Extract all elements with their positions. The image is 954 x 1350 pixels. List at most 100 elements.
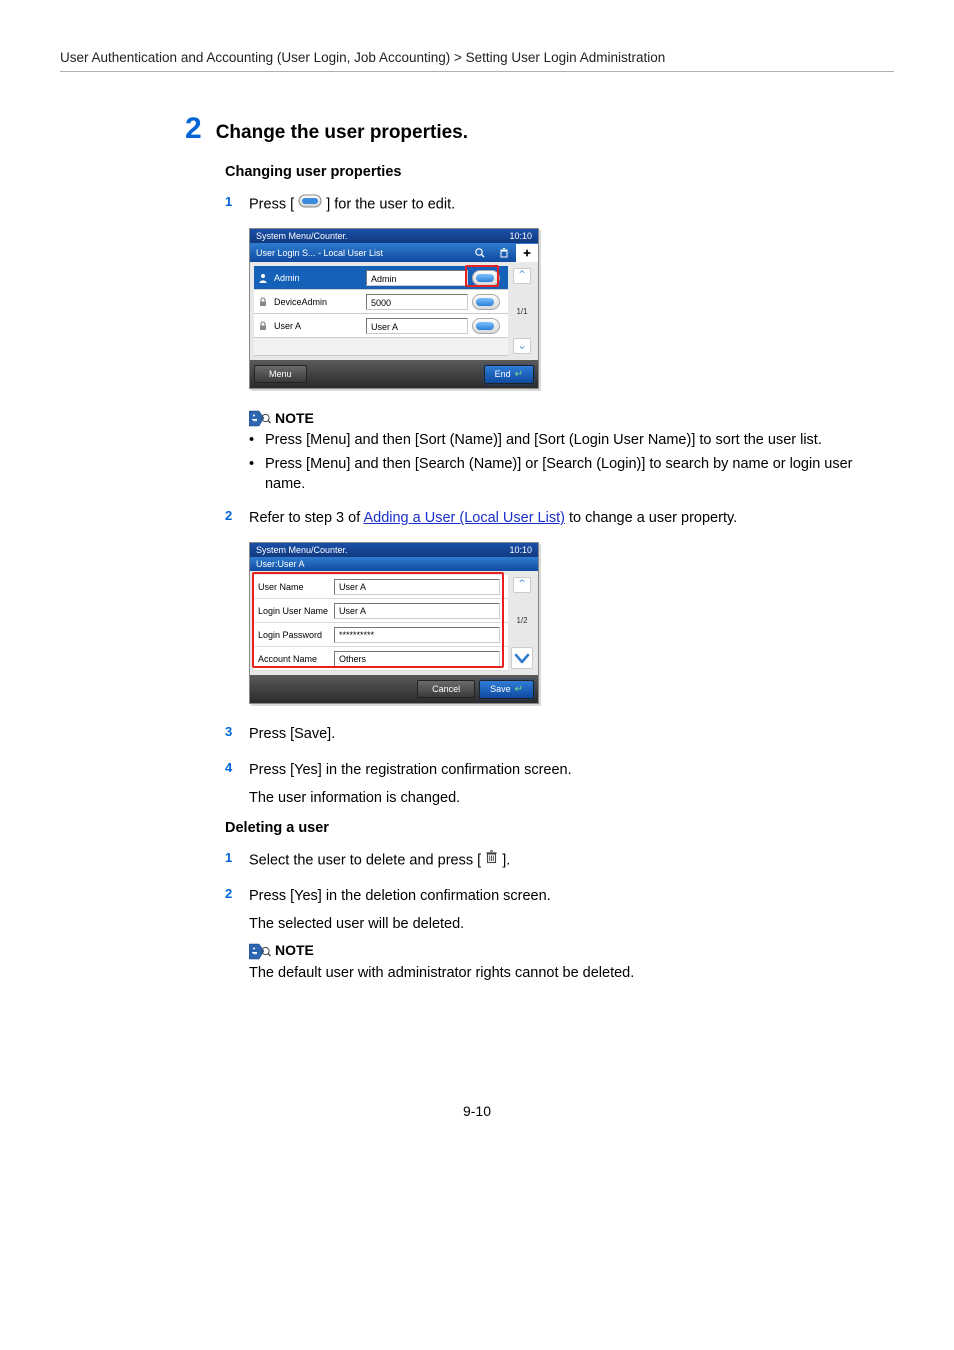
scroll-down-button[interactable]: ⌄ [513, 338, 531, 354]
delete-substep-1: 1 Select the user to delete and press [ … [225, 850, 894, 872]
delete-substep-2: 2 Press [Yes] in the deletion confirmati… [225, 886, 894, 908]
add-icon[interactable] [516, 244, 538, 262]
login-password-label: Login Password [254, 630, 334, 640]
deleting-user-heading: Deleting a user [225, 820, 894, 836]
note-2-text: The default user with administrator righ… [249, 963, 894, 983]
save-button-label: Save [490, 684, 511, 694]
form-row-account-name[interactable]: Account Name Others [254, 647, 508, 671]
edit-row-button[interactable] [472, 270, 500, 286]
scroll-up-button[interactable]: ⌃ [513, 268, 531, 284]
panel-time: 10:10 [509, 231, 532, 241]
lock-icon [254, 297, 272, 307]
user-name-cell: Admin [272, 273, 366, 283]
substep-3: 3 Press [Save]. [225, 724, 894, 746]
enter-icon: ↵ [515, 684, 523, 695]
edit-pill-icon [298, 194, 322, 216]
delete-substep-1-text: Select the user to delete and press [ ]. [249, 850, 894, 872]
form-row-login-user-name[interactable]: Login User Name User A [254, 599, 508, 623]
scroll-column: ⌃ 1/2 [510, 575, 534, 671]
note-block-2: NOTE The default user with administrator… [249, 942, 894, 983]
substep-2-text-before: Refer to step 3 of [249, 510, 363, 526]
table-row[interactable]: DeviceAdmin 5000 [254, 290, 508, 314]
breadcrumb: User Authentication and Accounting (User… [60, 50, 894, 72]
account-name-value: Others [334, 651, 500, 667]
login-name-cell: Admin [366, 270, 468, 286]
panel-sysmenu-label: System Menu/Counter. [256, 231, 348, 241]
scroll-up-button[interactable]: ⌃ [513, 577, 531, 593]
delete-substep-1-text-after: ]. [502, 852, 510, 868]
page-indicator: 1/2 [516, 616, 527, 625]
account-name-label: Account Name [254, 654, 334, 664]
note-bullet-1: Press [Menu] and then [Sort (Name)] and … [265, 430, 822, 450]
substep-2-number: 2 [225, 508, 239, 530]
local-user-list-panel: System Menu/Counter. 10:10 User Login S.… [249, 228, 539, 389]
substep-4: 4 Press [Yes] in the registration confir… [225, 760, 894, 782]
edit-row-button[interactable] [472, 318, 500, 334]
substep-4-followup: The user information is changed. [249, 790, 894, 806]
adding-user-link[interactable]: Adding a User (Local User List) [363, 510, 564, 526]
delete-substep-2-followup: The selected user will be deleted. [249, 916, 894, 932]
panel-breadcrumb: User Login S... - Local User List [250, 245, 468, 261]
user-name-cell: User A [272, 321, 366, 331]
login-name-cell: User A [366, 318, 468, 334]
user-name-cell: DeviceAdmin [272, 297, 366, 307]
lock-icon [254, 321, 272, 331]
step-number: 2 [185, 112, 202, 146]
table-row-empty [254, 338, 508, 356]
note-label: NOTE [275, 942, 314, 958]
step-2-heading: 2 Change the user properties. [185, 112, 894, 146]
panel-footer: Menu End ↵ [250, 360, 538, 388]
panel-top-bar: System Menu/Counter. 10:10 [250, 229, 538, 243]
person-icon [254, 273, 272, 283]
substep-2-text-after: to change a user property. [565, 510, 737, 526]
substep-1: 1 Press [ ] for the user to edit. [225, 194, 894, 216]
note-label: NOTE [275, 410, 314, 426]
end-button-label: End [495, 369, 511, 379]
panel-top-bar: System Menu/Counter. 10:10 [250, 543, 538, 557]
menu-button[interactable]: Menu [254, 365, 307, 383]
panel-sysmenu-label: System Menu/Counter. [256, 545, 348, 555]
login-password-value: ********** [334, 627, 500, 643]
user-name-value: User A [334, 579, 500, 595]
user-name-label: User Name [254, 582, 334, 592]
substep-2-text: Refer to step 3 of Adding a User (Local … [249, 508, 894, 530]
step-title: Change the user properties. [216, 122, 468, 144]
substep-4-text: Press [Yes] in the registration confirma… [249, 760, 894, 782]
substep-2: 2 Refer to step 3 of Adding a User (Loca… [225, 508, 894, 530]
panel-footer: Cancel Save ↵ [250, 675, 538, 703]
delete-substep-2-number: 2 [225, 886, 239, 908]
scroll-down-button[interactable] [511, 647, 533, 669]
page-number: 9-10 [60, 1103, 894, 1119]
substep-3-number: 3 [225, 724, 239, 746]
delete-icon[interactable] [492, 244, 516, 262]
substep-1-text-after: ] for the user to edit. [326, 197, 455, 213]
table-row[interactable]: Admin Admin [254, 266, 508, 290]
changing-user-properties-heading: Changing user properties [225, 164, 894, 180]
login-user-name-label: Login User Name [254, 606, 334, 616]
delete-substep-1-text-before: Select the user to delete and press [ [249, 852, 481, 868]
note-block-1: NOTE •Press [Menu] and then [Sort (Name)… [249, 409, 894, 494]
substep-3-text: Press [Save]. [249, 724, 894, 746]
form-row-user-name[interactable]: User Name User A [254, 575, 508, 599]
save-button[interactable]: Save ↵ [479, 680, 534, 699]
note-icon [249, 942, 269, 959]
edit-row-button[interactable] [472, 294, 500, 310]
enter-icon: ↵ [515, 369, 523, 380]
login-user-name-value: User A [334, 603, 500, 619]
scroll-column: ⌃ 1/1 ⌄ [510, 266, 534, 356]
delete-substep-2-text: Press [Yes] in the deletion confirmation… [249, 886, 894, 908]
table-row[interactable]: User A User A [254, 314, 508, 338]
panel-header: User Login S... - Local User List [250, 243, 538, 262]
search-icon[interactable] [468, 244, 492, 262]
substep-1-text-before: Press [ [249, 197, 294, 213]
user-detail-panel: System Menu/Counter. 10:10 User:User A U… [249, 542, 539, 704]
cancel-button[interactable]: Cancel [417, 680, 475, 698]
end-button[interactable]: End ↵ [484, 365, 534, 384]
substep-1-number: 1 [225, 194, 239, 216]
trash-icon [485, 850, 498, 872]
substep-4-number: 4 [225, 760, 239, 782]
panel-time: 10:10 [509, 545, 532, 555]
form-row-login-password[interactable]: Login Password ********** [254, 623, 508, 647]
delete-substep-1-number: 1 [225, 850, 239, 872]
login-name-cell: 5000 [366, 294, 468, 310]
